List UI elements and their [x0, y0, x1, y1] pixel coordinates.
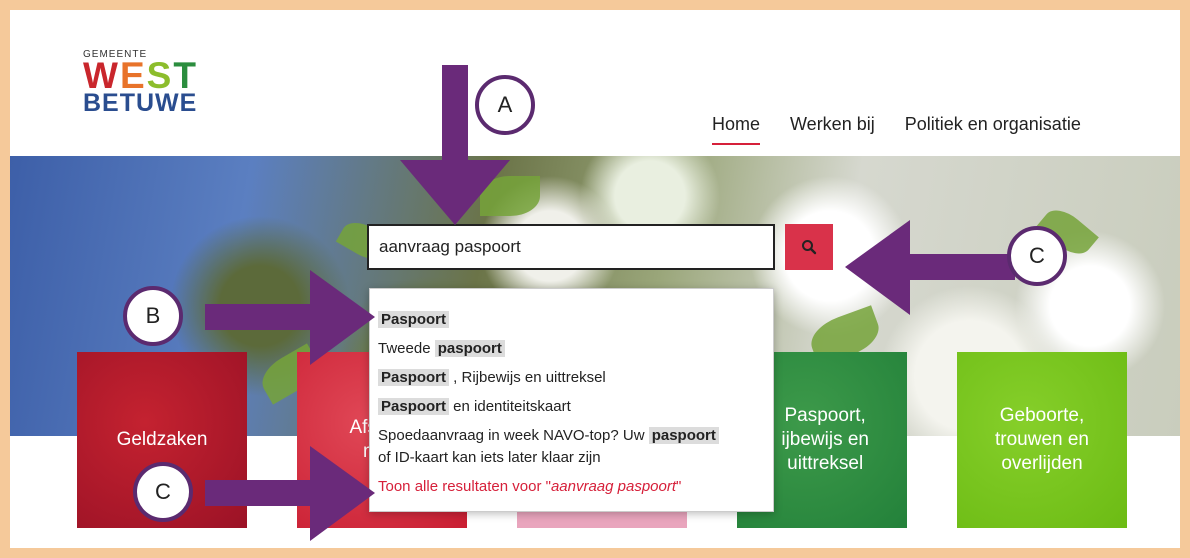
nav-werken-bij[interactable]: Werken bij — [790, 114, 875, 143]
logo-betuwe: BETUWE — [83, 89, 198, 117]
main-nav: Home Werken bij Politiek en organisatie — [712, 114, 1081, 145]
suggestion-item[interactable]: Spoedaanvraag in week NAVO-top? Uw paspo… — [378, 425, 763, 469]
nav-politiek-organisatie[interactable]: Politiek en organisatie — [905, 114, 1081, 143]
suggestion-item[interactable]: Paspoort — [378, 309, 763, 331]
annotation-b: B — [123, 286, 183, 346]
suggestion-item[interactable]: Paspoort en identiteitskaart — [378, 396, 763, 418]
annotation-a: A — [475, 75, 535, 135]
suggestion-item[interactable]: Tweede paspoort — [378, 338, 763, 360]
arrow-b — [205, 270, 375, 365]
nav-home[interactable]: Home — [712, 114, 761, 145]
page-frame: GEMEENTE WEST BETUWE Home Werken bij Pol… — [10, 10, 1180, 548]
arrow-c-search — [845, 220, 1015, 315]
suggestion-item[interactable]: Paspoort , Rijbewijs en uittreksel — [378, 367, 763, 389]
search-icon — [802, 240, 817, 255]
site-logo[interactable]: GEMEENTE WEST BETUWE — [83, 49, 198, 117]
tile-geboorte[interactable]: Geboorte, trouwen en overlijden — [957, 352, 1127, 528]
arrow-c-results — [205, 446, 375, 541]
annotation-c-results: C — [133, 462, 193, 522]
show-all-results-link[interactable]: Toon alle resultaten voor "aanvraag pasp… — [378, 476, 763, 498]
annotation-c-search: C — [1007, 226, 1067, 286]
search-suggestions: Paspoort Tweede paspoort Paspoort , Rijb… — [369, 288, 774, 512]
search-button[interactable] — [785, 224, 833, 270]
logo-west: WEST — [83, 55, 198, 96]
